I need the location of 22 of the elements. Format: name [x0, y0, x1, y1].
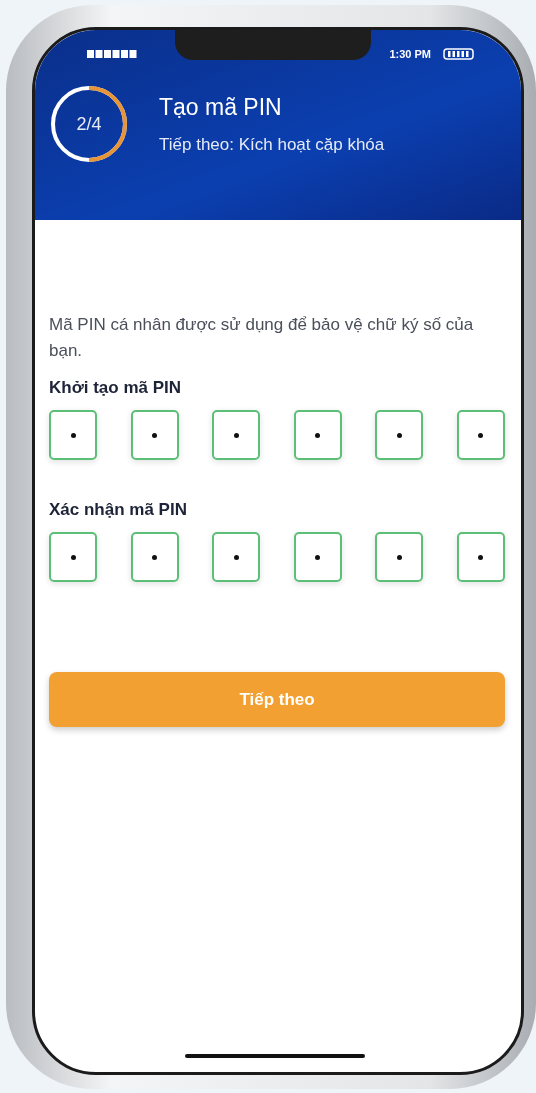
battery-icon [443, 48, 475, 60]
next-step-text: Tiếp theo: Kích hoạt cặp khóa [159, 134, 385, 155]
pin-digit-field[interactable] [130, 532, 179, 582]
description-text: Mã PIN cá nhân được sử dụng để bảo vệ chữ ký số của bạn. [49, 314, 475, 362]
pin-digit-field[interactable] [212, 410, 261, 460]
next-button[interactable]: Tiếp theo [49, 672, 505, 727]
pin-digit-field[interactable] [130, 410, 179, 460]
pin-digit-field[interactable] [49, 532, 97, 582]
pin-digit-field[interactable] [212, 532, 261, 582]
pin-digit-field[interactable] [456, 410, 505, 460]
status-time: 1:30 PM [389, 48, 431, 60]
step-counter: 2/4 [75, 114, 103, 135]
pin-digit-field[interactable] [456, 532, 505, 582]
pin-digit-field[interactable] [293, 532, 342, 582]
screen-title: Tạo mã PIN [159, 93, 283, 121]
pin-digit-field[interactable] [49, 410, 97, 460]
pin-label: Khởi tạo mã PIN [49, 378, 183, 398]
signal-icon [87, 49, 137, 59]
pin-label: Xác nhận mã PIN [49, 500, 188, 520]
pin-digit-field[interactable] [375, 410, 424, 460]
pin-digit-field[interactable] [375, 532, 424, 582]
pin-digit-field[interactable] [293, 410, 342, 460]
